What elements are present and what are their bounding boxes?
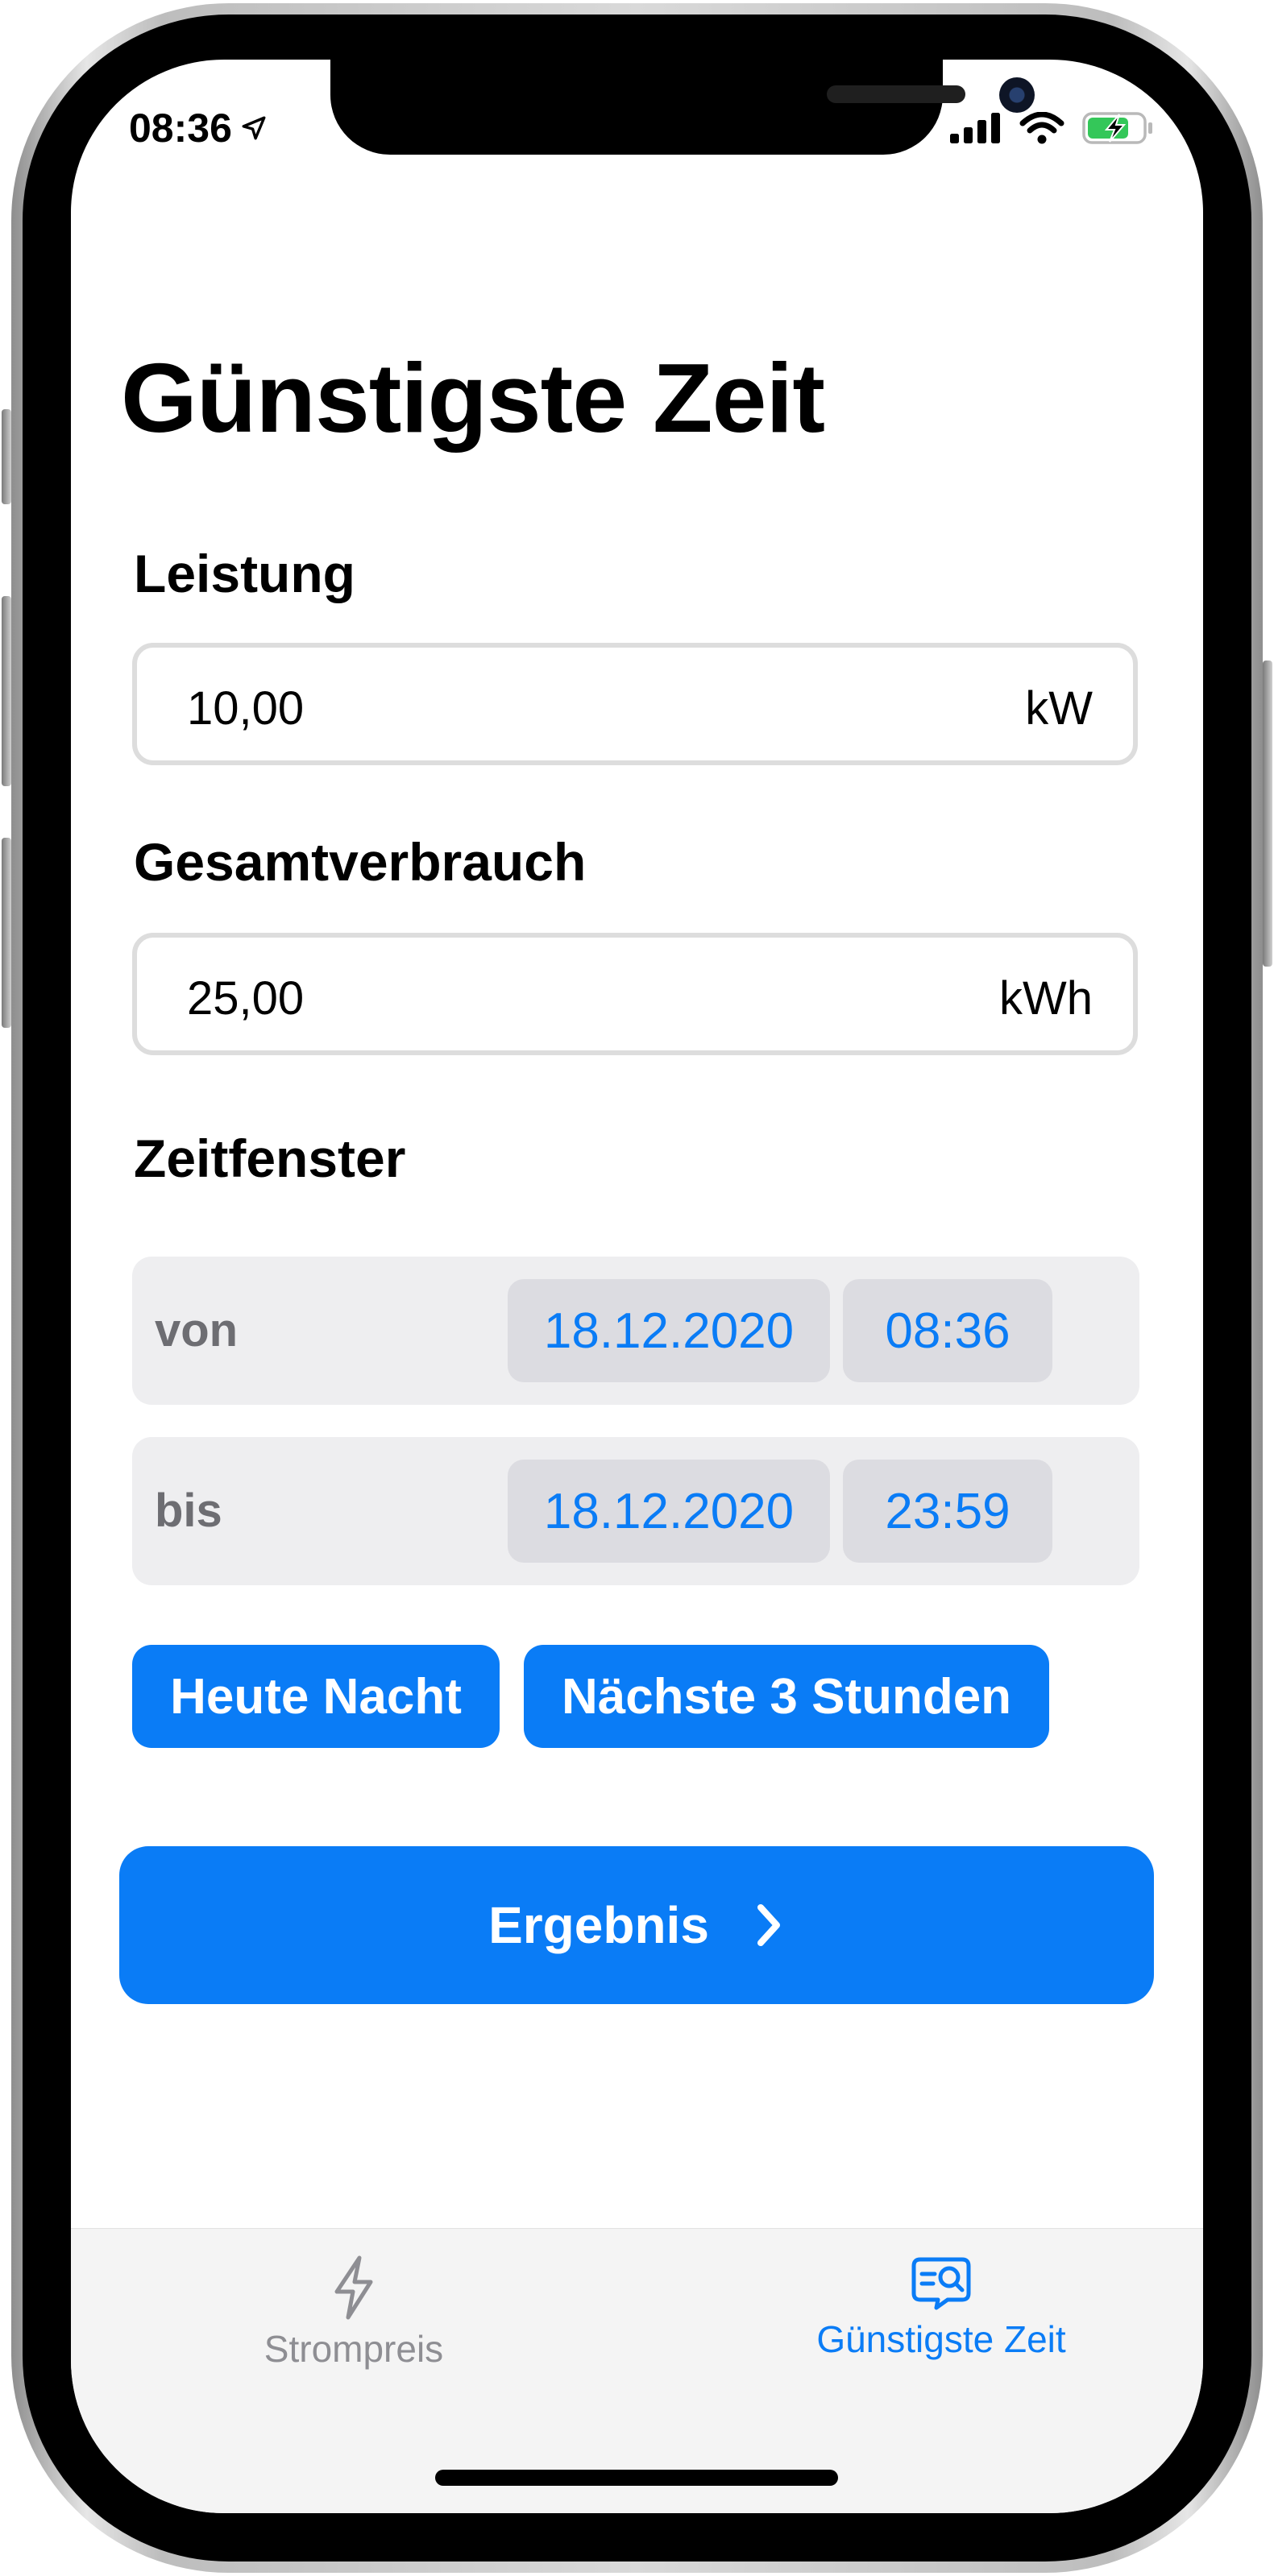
search-list-icon [911,2257,971,2310]
from-row: von 18.12.2020 08:36 [132,1257,1139,1405]
power-unit: kW [1025,682,1093,735]
page-title: Günstigste Zeit [121,343,825,453]
notch [330,60,1035,155]
status-icons [950,111,1153,145]
tonight-button[interactable]: Heute Nacht [132,1645,500,1748]
consumption-field[interactable]: 25,00 kWh [132,933,1138,1055]
location-arrow-icon [242,116,266,140]
result-button[interactable]: Ergebnis [119,1846,1154,2004]
to-time-picker[interactable]: 23:59 [843,1460,1052,1563]
tab-guenstigste-zeit-label: Günstigste Zeit [816,2318,1066,2360]
from-date-picker[interactable]: 18.12.2020 [508,1279,830,1382]
battery-charging-icon [1082,112,1152,144]
to-row: bis 18.12.2020 23:59 [132,1437,1139,1585]
silent-switch [2,409,11,504]
wifi-icon [1019,112,1064,144]
power-button [1263,661,1272,967]
result-button-label: Ergebnis [488,1896,709,1954]
power-value: 10,00 [187,682,305,735]
to-label: bis [155,1485,222,1537]
power-field[interactable]: 10,00 kW [132,643,1138,765]
cellular-signal-icon [950,113,1000,143]
tab-guenstigste-zeit[interactable]: Günstigste Zeit [772,2255,1110,2361]
tab-strompreis[interactable]: Strompreis [253,2255,454,2371]
to-date-picker[interactable]: 18.12.2020 [508,1460,830,1563]
from-time-picker[interactable]: 08:36 [843,1279,1052,1382]
volume-up-button [2,596,11,786]
chevron-right-icon [757,1904,780,1946]
consumption-label: Gesamtverbrauch [134,832,587,892]
consumption-unit: kWh [999,972,1093,1025]
tab-strompreis-label: Strompreis [264,2328,444,2370]
home-indicator [435,2470,838,2486]
status-time-text: 08:36 [129,106,232,151]
screen: 08:36 Günstigste Zeit Leistung 10,00 kW … [71,60,1203,2513]
time-window-label: Zeitfenster [134,1129,406,1188]
from-label: von [155,1304,239,1356]
power-label: Leistung [134,544,355,603]
bolt-icon [334,2255,373,2320]
speaker [827,85,965,103]
front-camera [999,77,1035,113]
volume-down-button [2,838,11,1028]
status-time: 08:36 [129,105,268,151]
next-3-hours-button[interactable]: Nächste 3 Stunden [524,1645,1049,1748]
consumption-value: 25,00 [187,972,305,1025]
